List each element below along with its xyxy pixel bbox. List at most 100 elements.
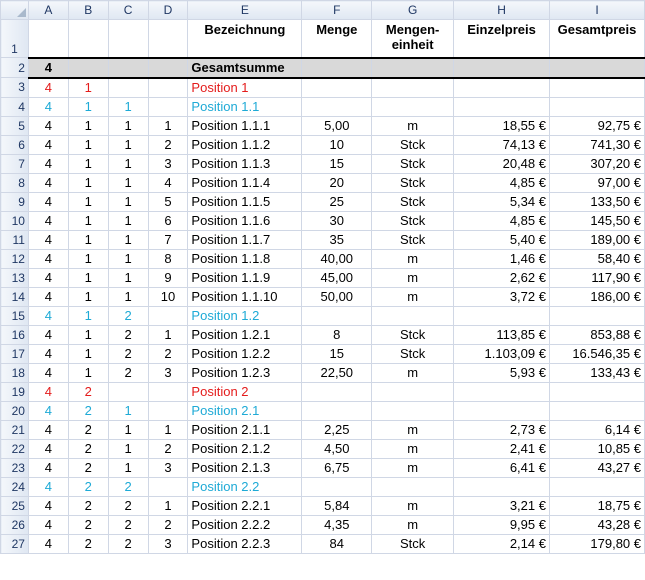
row-header[interactable]: 25 bbox=[0, 495, 29, 516]
cell-bezeichnung[interactable]: Position 2.1.1 bbox=[187, 419, 303, 440]
cell-c[interactable]: 1 bbox=[107, 210, 149, 231]
column-header-c[interactable]: C bbox=[107, 0, 149, 20]
cell-gesamtpreis[interactable] bbox=[548, 476, 645, 497]
cell-gesamtpreis[interactable]: 853,88 € bbox=[548, 324, 645, 345]
cell-a[interactable]: 4 bbox=[27, 172, 69, 193]
cell-gesamtpreis[interactable]: 133,43 € bbox=[548, 362, 645, 383]
cell-bezeichnung[interactable]: Position 1.2.1 bbox=[187, 324, 303, 345]
cell-c[interactable]: 1 bbox=[107, 115, 149, 136]
cell-einheit[interactable] bbox=[371, 476, 455, 497]
cell-a[interactable]: 4 bbox=[27, 476, 69, 497]
cell-a[interactable]: 4 bbox=[27, 96, 69, 117]
column-header-e[interactable]: E bbox=[187, 0, 303, 20]
row-header[interactable]: 23 bbox=[0, 457, 29, 478]
cell-bezeichnung[interactable]: Position 1.1.4 bbox=[187, 172, 303, 193]
cell-bezeichnung[interactable]: Position 1.1.3 bbox=[187, 153, 303, 174]
row-header[interactable]: 27 bbox=[0, 533, 29, 554]
cell-a[interactable]: 4 bbox=[27, 305, 69, 326]
cell-einheit[interactable]: m bbox=[371, 267, 455, 288]
cell-gesamtpreis[interactable]: 6,14 € bbox=[548, 419, 645, 440]
row-header[interactable]: 11 bbox=[0, 229, 29, 250]
cell-bezeichnung[interactable]: Position 1.1.6 bbox=[187, 210, 303, 231]
cell-b[interactable]: 1 bbox=[67, 210, 109, 231]
cell-b[interactable]: 1 bbox=[67, 343, 109, 364]
cell[interactable] bbox=[453, 56, 550, 79]
cell-einheit[interactable] bbox=[371, 400, 455, 421]
cell-einzelpreis[interactable]: 5,40 € bbox=[453, 229, 550, 250]
cell-menge[interactable]: 8 bbox=[301, 324, 373, 345]
row-header[interactable]: 9 bbox=[0, 191, 29, 212]
cell-d[interactable]: 2 bbox=[147, 343, 189, 364]
cell-d[interactable]: 1 bbox=[147, 495, 189, 516]
header-bezeichnung[interactable]: Bezeichnung bbox=[187, 19, 303, 58]
cell-b[interactable]: 2 bbox=[67, 381, 109, 402]
cell[interactable] bbox=[548, 56, 645, 79]
row-header[interactable]: 14 bbox=[0, 286, 29, 307]
cell-gesamtpreis[interactable]: 92,75 € bbox=[548, 115, 645, 136]
cell-bezeichnung[interactable]: Position 2.1 bbox=[187, 400, 303, 421]
cell[interactable] bbox=[301, 56, 373, 79]
row-header[interactable]: 18 bbox=[0, 362, 29, 383]
cell-einzelpreis[interactable] bbox=[453, 381, 550, 402]
cell-c[interactable]: 1 bbox=[107, 419, 149, 440]
cell-bezeichnung[interactable]: Position 2.1.3 bbox=[187, 457, 303, 478]
row-header[interactable]: 13 bbox=[0, 267, 29, 288]
cell-c[interactable]: 2 bbox=[107, 495, 149, 516]
cell-bezeichnung[interactable]: Position 2 bbox=[187, 381, 303, 402]
cell-d[interactable]: 1 bbox=[147, 419, 189, 440]
cell-b[interactable]: 2 bbox=[67, 457, 109, 478]
column-header-d[interactable]: D bbox=[147, 0, 189, 20]
cell-einheit[interactable]: Stck bbox=[371, 324, 455, 345]
cell-bezeichnung[interactable]: Position 2.2.2 bbox=[187, 514, 303, 535]
cell-c[interactable]: 1 bbox=[107, 229, 149, 250]
cell-d[interactable] bbox=[147, 96, 189, 117]
row-header[interactable]: 2 bbox=[0, 57, 29, 78]
cell-bezeichnung[interactable]: Position 2.2.1 bbox=[187, 495, 303, 516]
cell[interactable] bbox=[107, 19, 149, 58]
cell-a[interactable]: 4 bbox=[27, 381, 69, 402]
cell-bezeichnung[interactable]: Position 1.2.3 bbox=[187, 362, 303, 383]
cell-einzelpreis[interactable] bbox=[453, 77, 550, 98]
column-header-g[interactable]: G bbox=[371, 0, 455, 20]
cell-bezeichnung[interactable]: Position 2.2.3 bbox=[187, 533, 303, 554]
cell-menge[interactable]: 84 bbox=[301, 533, 373, 554]
row-header[interactable]: 19 bbox=[0, 381, 29, 402]
row-header[interactable]: 12 bbox=[0, 248, 29, 269]
select-all-corner[interactable] bbox=[0, 0, 29, 20]
cell-einzelpreis[interactable]: 2,62 € bbox=[453, 267, 550, 288]
cell-b[interactable]: 2 bbox=[67, 400, 109, 421]
cell-c[interactable]: 2 bbox=[107, 343, 149, 364]
cell-c[interactable]: 1 bbox=[107, 172, 149, 193]
cell-menge[interactable] bbox=[301, 96, 373, 117]
cell-c[interactable]: 2 bbox=[107, 324, 149, 345]
row-header[interactable]: 4 bbox=[0, 96, 29, 117]
cell-gesamtpreis[interactable]: 133,50 € bbox=[548, 191, 645, 212]
cell-a[interactable]: 4 bbox=[27, 134, 69, 155]
cell-einheit[interactable]: m bbox=[371, 514, 455, 535]
cell-b[interactable]: 2 bbox=[67, 495, 109, 516]
cell-c[interactable]: 1 bbox=[107, 134, 149, 155]
cell-menge[interactable]: 4,50 bbox=[301, 438, 373, 459]
cell-einzelpreis[interactable]: 4,85 € bbox=[453, 210, 550, 231]
cell-menge[interactable] bbox=[301, 476, 373, 497]
cell-menge[interactable]: 5,84 bbox=[301, 495, 373, 516]
cell-b[interactable]: 2 bbox=[67, 438, 109, 459]
cell-einzelpreis[interactable]: 1,46 € bbox=[453, 248, 550, 269]
cell[interactable] bbox=[67, 19, 109, 58]
cell-einheit[interactable]: m bbox=[371, 115, 455, 136]
cell-menge[interactable] bbox=[301, 400, 373, 421]
cell-einheit[interactable] bbox=[371, 96, 455, 117]
cell-b[interactable]: 1 bbox=[67, 305, 109, 326]
row-header[interactable]: 15 bbox=[0, 305, 29, 326]
cell-d[interactable]: 2 bbox=[147, 134, 189, 155]
cell-gesamtpreis[interactable] bbox=[548, 305, 645, 326]
cell-einheit[interactable]: Stck bbox=[371, 172, 455, 193]
cell-a[interactable]: 4 bbox=[27, 343, 69, 364]
cell-d[interactable] bbox=[147, 77, 189, 98]
cell-a[interactable]: 4 bbox=[27, 115, 69, 136]
cell-c[interactable]: 2 bbox=[107, 362, 149, 383]
cell-c[interactable]: 1 bbox=[107, 191, 149, 212]
total-label[interactable]: Gesamtsumme bbox=[187, 56, 303, 79]
cell-menge[interactable]: 50,00 bbox=[301, 286, 373, 307]
cell-a[interactable]: 4 bbox=[27, 533, 69, 554]
